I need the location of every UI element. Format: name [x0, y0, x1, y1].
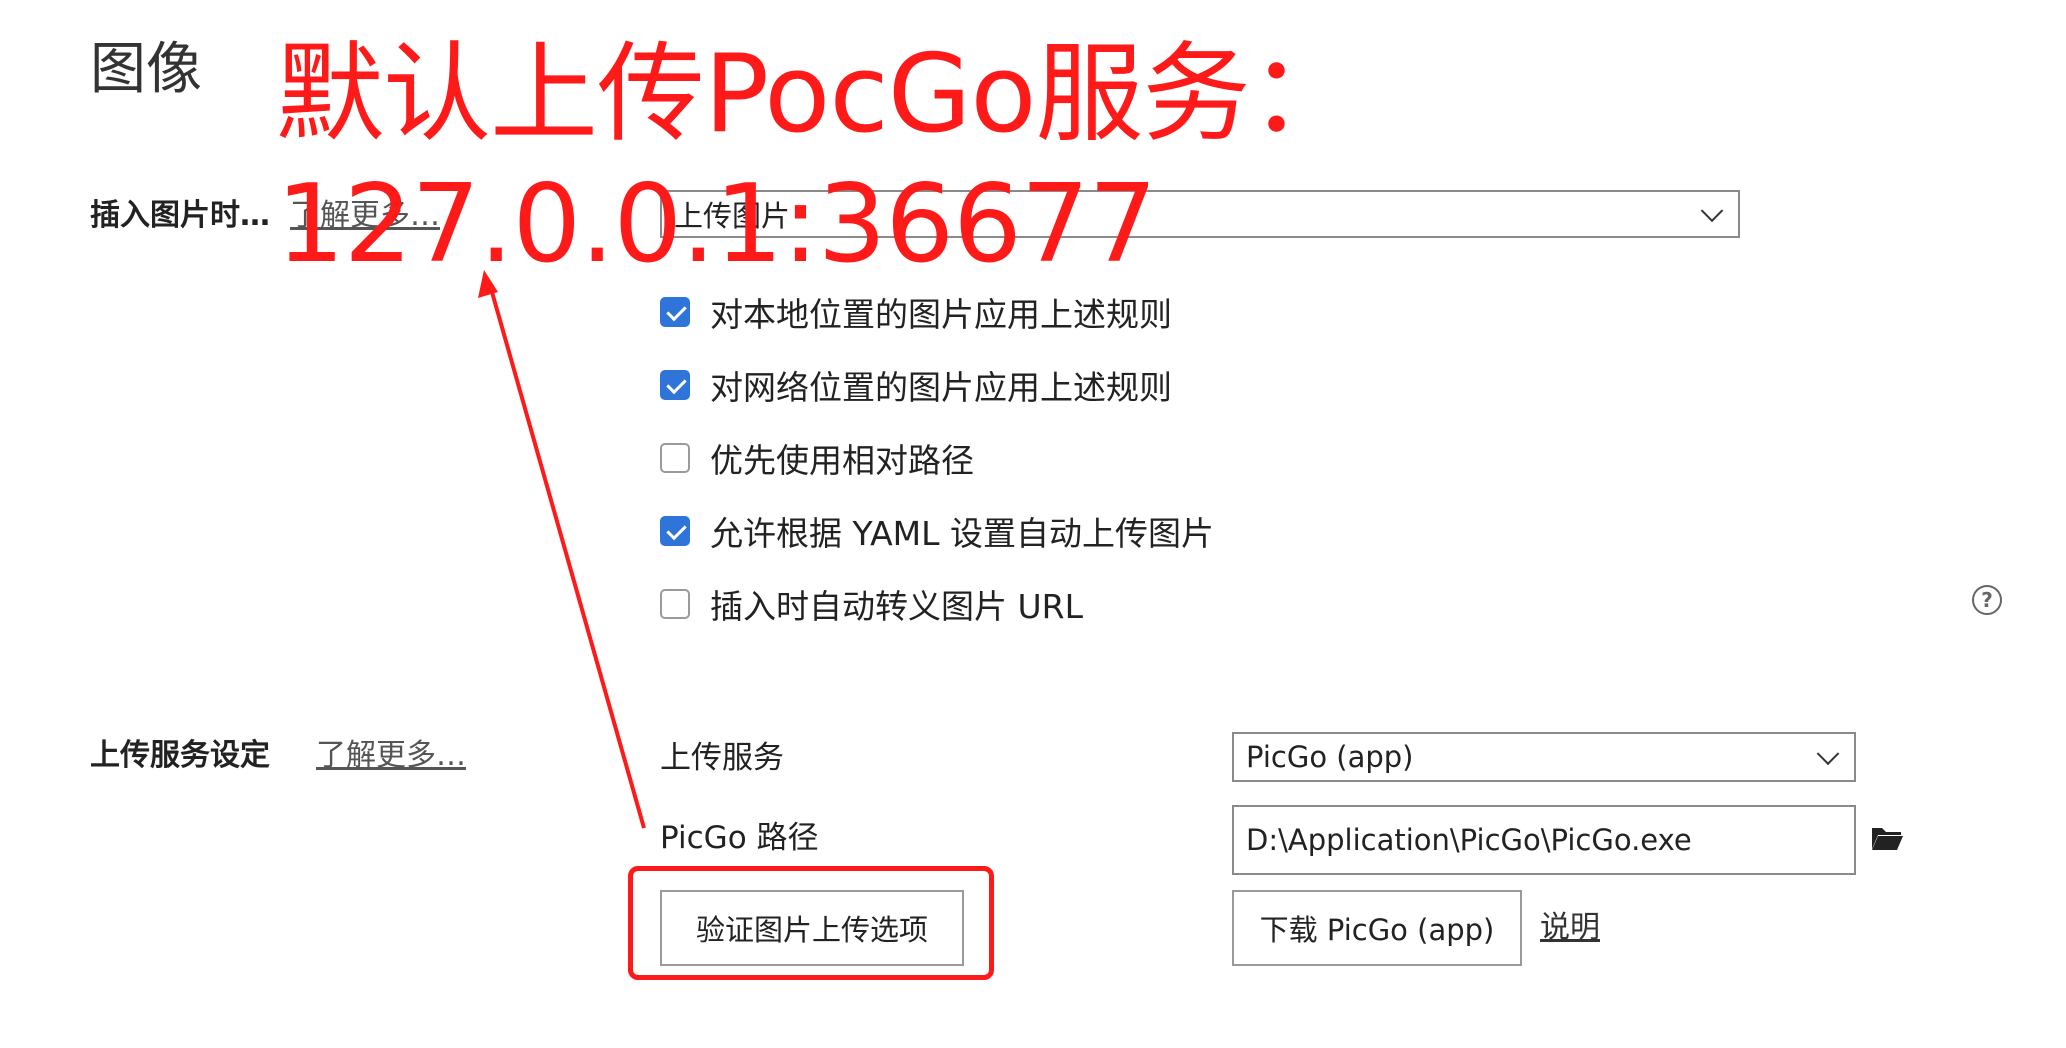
option-label: 允许根据 YAML 设置自动上传图片	[710, 514, 1215, 553]
upload-service-value: PicGo (app)	[1246, 740, 1414, 774]
help-icon[interactable]: ?	[1972, 585, 2002, 615]
picgo-path-label: PicGo 路径	[660, 820, 819, 856]
annotation-highlight-box	[628, 866, 994, 980]
checkbox-yaml-auto-upload[interactable]	[660, 516, 690, 546]
checkbox-local-images[interactable]	[660, 297, 690, 327]
option-local-images[interactable]: 对本地位置的图片应用上述规则	[660, 290, 1172, 334]
help-link[interactable]: 说明	[1540, 908, 1600, 948]
annotation-text: 默认上传PocGo服务：127.0.0.1:36677	[276, 32, 1358, 287]
option-label: 优先使用相对路径	[710, 441, 974, 480]
folder-icon[interactable]	[1870, 824, 1904, 852]
checkbox-network-images[interactable]	[660, 370, 690, 400]
annotation-arrow-line	[488, 284, 646, 829]
checkbox-relative-path[interactable]	[660, 443, 690, 473]
option-yaml-auto-upload[interactable]: 允许根据 YAML 设置自动上传图片	[660, 509, 1214, 553]
option-relative-path[interactable]: 优先使用相对路径	[660, 436, 974, 480]
insert-section-label: 插入图片时…	[90, 198, 270, 233]
option-label: 对网络位置的图片应用上述规则	[710, 368, 1172, 407]
checkbox-escape-url[interactable]	[660, 589, 690, 619]
option-label: 插入时自动转义图片 URL	[710, 587, 1083, 626]
download-picgo-button[interactable]: 下载 PicGo (app)	[1232, 890, 1522, 966]
option-escape-url[interactable]: 插入时自动转义图片 URL	[660, 582, 1083, 626]
option-label: 对本地位置的图片应用上述规则	[710, 295, 1172, 334]
upload-section-label: 上传服务设定	[90, 738, 270, 773]
picgo-path-input[interactable]: D:\Application\PicGo\PicGo.exe	[1232, 805, 1856, 875]
chevron-down-icon	[1816, 742, 1840, 766]
option-network-images[interactable]: 对网络位置的图片应用上述规则	[660, 363, 1172, 407]
page-title: 图像	[90, 37, 202, 102]
picgo-path-value: D:\Application\PicGo\PicGo.exe	[1246, 823, 1692, 857]
upload-learn-more-link[interactable]: 了解更多…	[316, 736, 466, 776]
upload-service-label: 上传服务	[660, 740, 784, 776]
upload-service-select[interactable]: PicGo (app)	[1232, 732, 1856, 782]
